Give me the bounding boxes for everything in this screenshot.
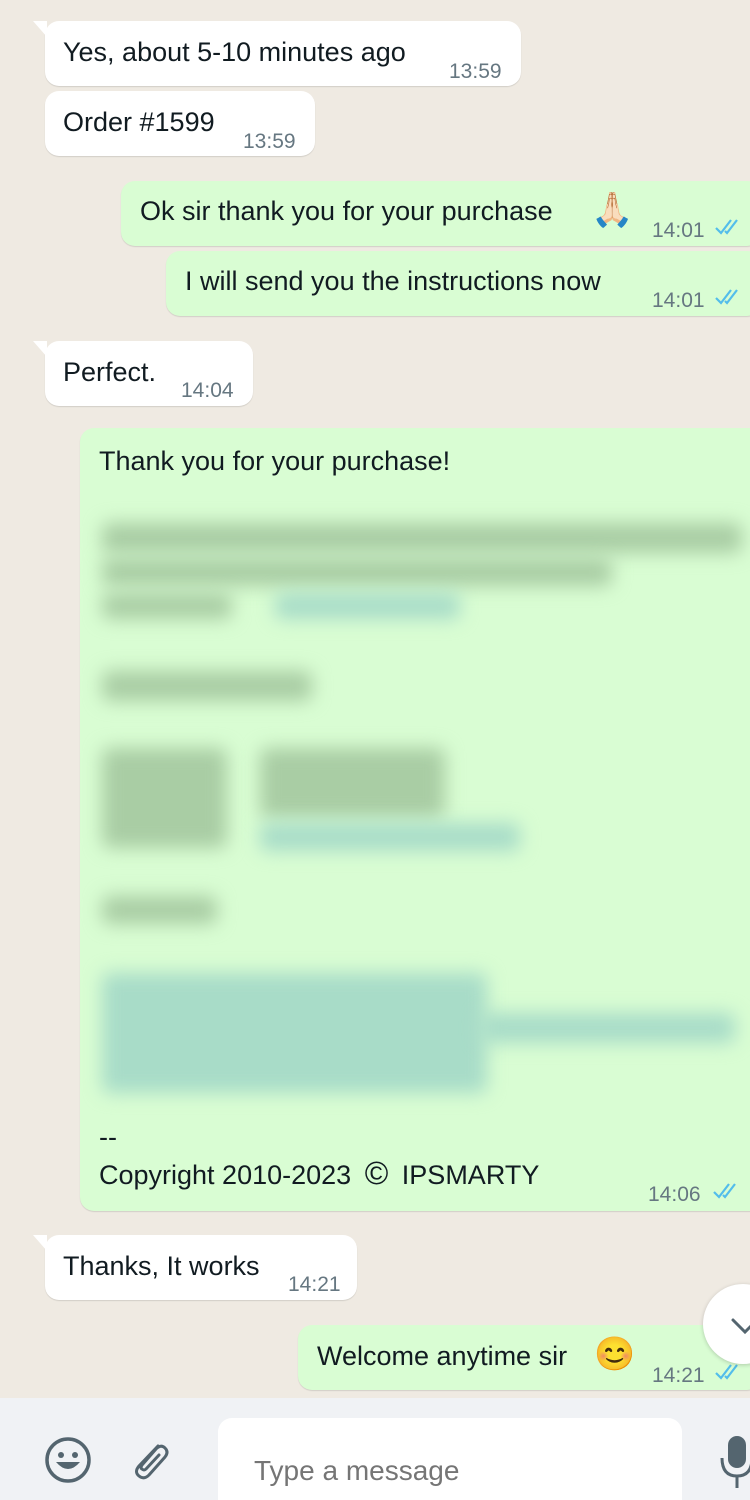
double-check-icon [715,289,738,305]
message-incoming[interactable]: Yes, about 5-10 minutes ago 13:59 [33,21,521,86]
message-composer [0,1398,750,1500]
paperclip-icon [135,1444,169,1480]
message-time: 13:59 [243,130,296,153]
double-check-icon [715,219,738,235]
double-check-icon [715,1364,738,1380]
message-text: Yes, about 5-10 minutes ago [63,37,406,67]
message-text: Welcome anytime sir [317,1341,568,1371]
blurred-line [102,593,232,619]
message-input[interactable] [218,1418,682,1500]
blurred-line [260,748,445,818]
message-outgoing[interactable]: Ok sir thank you for your purchase 🙏🏻 14… [121,181,750,246]
message-text: Perfect. [63,357,157,387]
voice-message-button[interactable] [718,1434,750,1495]
blurred-link [480,1013,735,1043]
blurred-line [102,558,612,586]
smiling-face-emoji: 😊 [594,1335,636,1372]
folded-hands-emoji: 🙏🏻 [591,191,634,229]
brand-name: IPSMARTY [401,1160,540,1190]
message-outgoing[interactable]: Thank you for your purchase! -- Copyrigh… [80,428,750,1211]
blurred-line [102,671,312,701]
message-incoming[interactable]: Perfect. 14:04 [33,341,253,406]
blurred-link [260,823,520,851]
message-text: Order #1599 [63,107,215,137]
blurred-link [275,593,460,619]
attach-button[interactable] [128,1438,172,1487]
chevron-down-icon [731,1318,750,1335]
signature-separator: -- [99,1122,117,1152]
double-check-icon [713,1183,736,1199]
message-time: 14:04 [181,379,234,402]
message-time: 14:01 [652,219,705,242]
message-text: Thank you for your purchase! [99,446,451,476]
message-text: Thanks, It works [63,1251,260,1281]
copyright-symbol: © [364,1155,389,1191]
blurred-line [102,748,227,848]
copyright-years: Copyright 2010-2023 [99,1160,352,1190]
microphone-icon [720,1436,750,1488]
copyright-text: Copyright 2010-2023 © IPSMARTY [99,1156,539,1192]
emoji-button[interactable] [44,1436,92,1489]
message-outgoing[interactable]: I will send you the instructions now 14:… [166,251,750,316]
message-time: 14:21 [288,1273,341,1296]
message-text: Ok sir thank you for your purchase [140,196,553,226]
message-time: 14:01 [652,289,705,312]
message-time: 13:59 [449,60,502,83]
message-time: 14:21 [652,1364,705,1387]
message-time: 14:06 [648,1183,701,1206]
message-incoming[interactable]: Order #1599 13:59 [45,91,315,156]
message-outgoing[interactable]: Welcome anytime sir 😊 14:21 [298,1325,750,1390]
blurred-line [102,523,742,553]
chat-area: Yes, about 5-10 minutes ago 13:59 Order … [0,0,750,1398]
message-incoming[interactable]: Thanks, It works 14:21 [33,1235,357,1300]
smiley-icon [45,1437,91,1483]
message-text: I will send you the instructions now [185,266,601,296]
blurred-line [102,896,217,924]
blurred-link [102,973,487,1093]
